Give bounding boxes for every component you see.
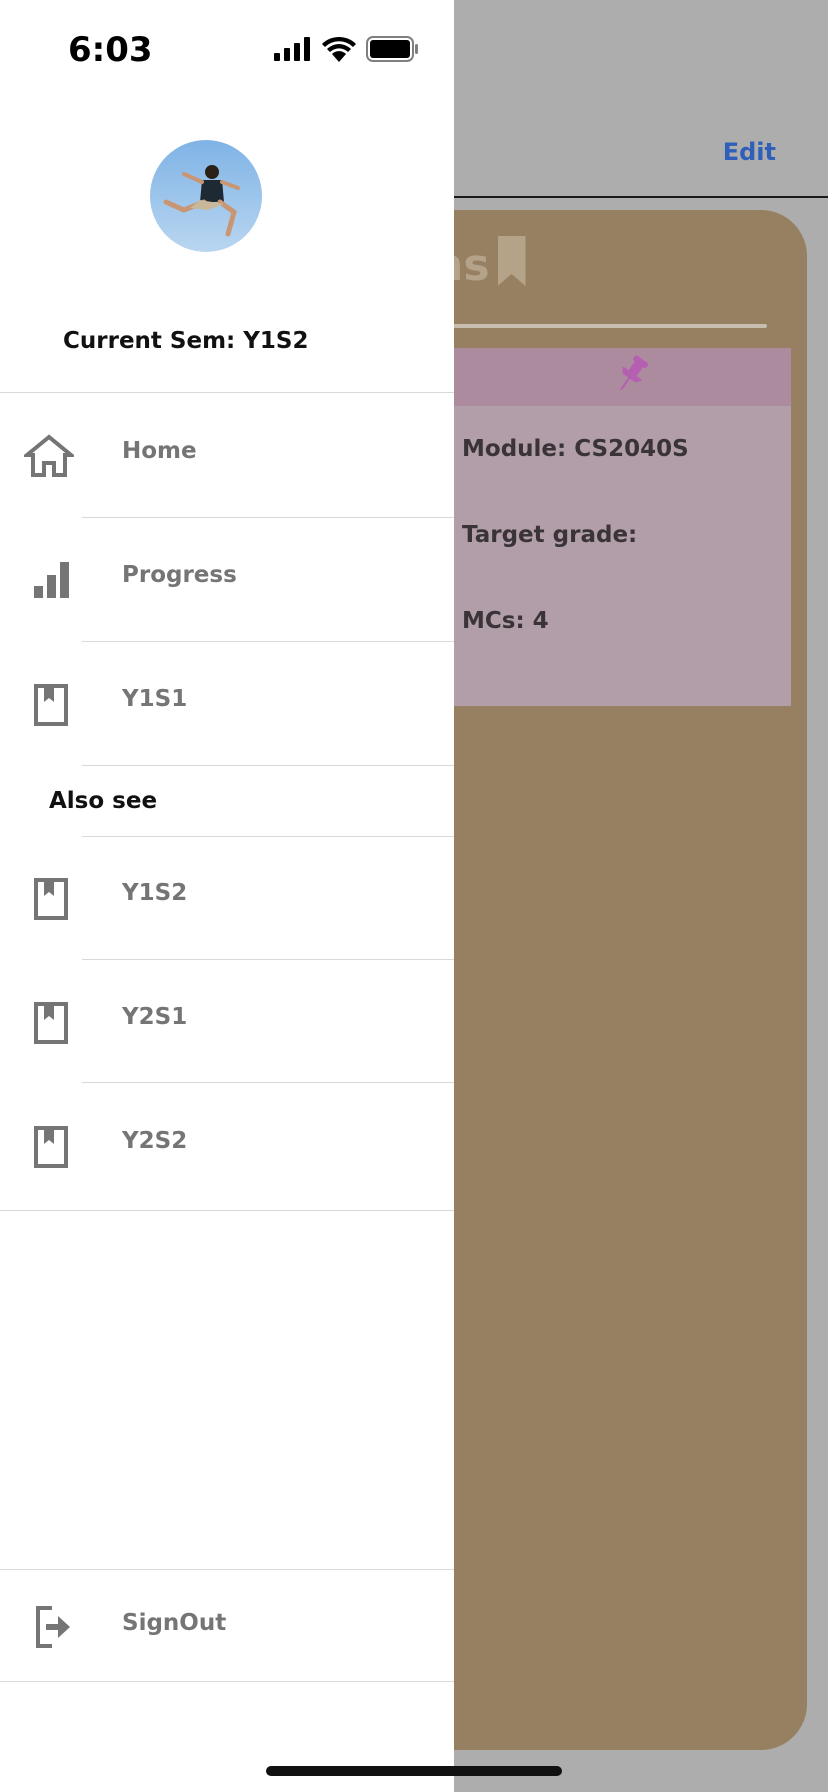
edit-button[interactable]: Edit [723, 138, 776, 166]
nav-item-label: Home [122, 438, 197, 464]
current-semester-label: Current Sem: Y1S2 [63, 328, 309, 354]
nav-item-progress[interactable]: Progress [0, 518, 454, 640]
profile-photo-icon [150, 140, 262, 252]
bar-chart-icon [34, 562, 69, 598]
avatar[interactable] [150, 140, 262, 252]
bookmark-icon [34, 878, 68, 920]
divider [0, 392, 454, 393]
nav-item-y1s1[interactable]: Y1S1 [0, 642, 454, 764]
signout-button[interactable]: SignOut [0, 1564, 454, 1680]
bookmark-icon [34, 1126, 68, 1168]
header-divider [453, 196, 828, 198]
divider [0, 1681, 454, 1682]
nav-item-label: Y2S2 [122, 1128, 188, 1154]
nav-item-label: Progress [122, 562, 237, 588]
nav-item-label: Y1S2 [122, 880, 188, 906]
nav-item-label: SignOut [122, 1610, 227, 1636]
nav-item-y2s2[interactable]: Y2S2 [0, 1084, 454, 1206]
cellular-signal-icon [274, 37, 310, 61]
nav-item-home[interactable]: Home [0, 394, 454, 516]
nav-item-label: Y1S1 [122, 686, 188, 712]
home-icon [24, 434, 74, 477]
divider [82, 765, 454, 766]
bookmark-icon [34, 684, 68, 726]
module-credits: MCs: 4 [462, 608, 549, 634]
target-grade: Target grade: [462, 522, 638, 548]
home-indicator[interactable] [266, 1766, 562, 1776]
section-heading-also-see: Also see [49, 788, 158, 814]
wifi-icon [322, 36, 356, 62]
nav-item-y1s2[interactable]: Y1S2 [0, 836, 454, 958]
pushpin-icon[interactable] [612, 354, 652, 396]
status-time: 6:03 [68, 30, 153, 70]
bookmark-icon [34, 1002, 68, 1044]
logout-icon [36, 1606, 70, 1648]
bookmark-icon [497, 236, 526, 286]
nav-item-y2s1[interactable]: Y2S1 [0, 960, 454, 1082]
nav-item-label: Y2S1 [122, 1004, 188, 1030]
module-code: Module: CS2040S [462, 436, 689, 462]
status-icons [274, 36, 420, 62]
navigation-drawer: 6:03 Current Sem: Y1S2 Home Progress Y1S… [0, 0, 454, 1792]
divider [82, 1082, 454, 1083]
divider [0, 1210, 454, 1211]
battery-icon [366, 36, 418, 62]
